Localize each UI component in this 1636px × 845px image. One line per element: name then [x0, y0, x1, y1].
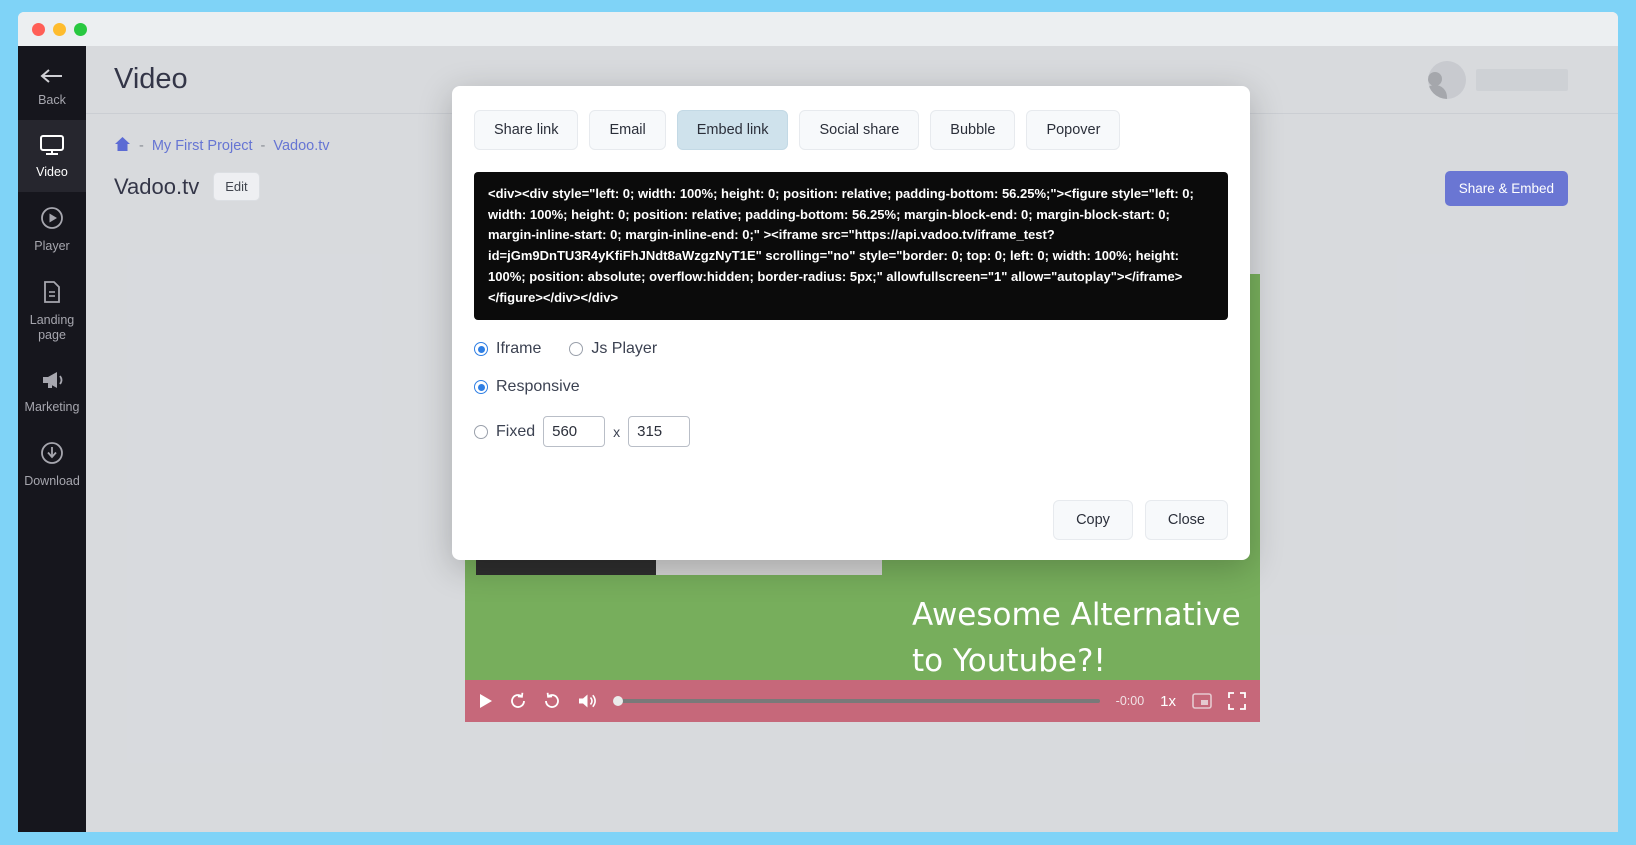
tab-social-share[interactable]: Social share: [799, 110, 920, 150]
sidebar-item-download[interactable]: Download: [18, 427, 86, 501]
megaphone-icon: [39, 369, 65, 391]
tab-bubble[interactable]: Bubble: [930, 110, 1016, 150]
radio-fixed[interactable]: [474, 424, 488, 439]
sizing-fixed-row: Fixed x: [474, 416, 1228, 447]
document-icon: [42, 280, 62, 304]
sidebar-item-label: Download: [24, 474, 80, 488]
sidebar-item-label: Player: [34, 239, 70, 253]
share-embed-modal: Share link Email Embed link Social share…: [452, 86, 1250, 560]
sidebar-item-label: Back: [38, 93, 66, 107]
radio-responsive-label[interactable]: Responsive: [496, 378, 580, 396]
maximize-window-button[interactable]: [74, 22, 87, 36]
sidebar-item-back[interactable]: Back: [18, 54, 86, 120]
app-window: Back Video Player Landing page Marketing…: [18, 12, 1618, 832]
radio-js-player-label[interactable]: Js Player: [591, 340, 657, 358]
embed-code-textarea[interactable]: <div><div style="left: 0; width: 100%; h…: [474, 172, 1228, 320]
embed-type-radio-group: Iframe Js Player: [474, 340, 1228, 358]
sidebar-item-player[interactable]: Player: [18, 192, 86, 266]
tab-embed-link[interactable]: Embed link: [676, 110, 789, 150]
play-circle-icon: [40, 206, 64, 230]
modal-tabs: Share link Email Embed link Social share…: [474, 110, 1228, 150]
minimize-window-button[interactable]: [53, 22, 66, 36]
sidebar-item-video[interactable]: Video: [18, 120, 86, 192]
sidebar-item-label: Marketing: [24, 400, 80, 414]
download-circle-icon: [40, 441, 64, 465]
modal-overlay[interactable]: Share link Email Embed link Social share…: [86, 46, 1618, 832]
sidebar: Back Video Player Landing page Marketing…: [18, 46, 86, 832]
sidebar-item-marketing[interactable]: Marketing: [18, 355, 86, 427]
fixed-height-input[interactable]: [628, 416, 691, 447]
radio-js-player[interactable]: [569, 342, 584, 356]
sidebar-item-label: Landing page: [29, 313, 75, 342]
app-body: Back Video Player Landing page Marketing…: [18, 46, 1618, 832]
tab-email[interactable]: Email: [589, 110, 666, 150]
radio-iframe-label[interactable]: Iframe: [496, 340, 541, 358]
sidebar-item-label: Video: [36, 165, 68, 179]
close-button[interactable]: Close: [1144, 500, 1228, 540]
main-content: Video - My First Project - Vadoo.tv Vado…: [86, 46, 1618, 832]
sizing-responsive-row: Responsive: [474, 378, 1228, 396]
copy-button[interactable]: Copy: [1053, 500, 1133, 540]
radio-iframe[interactable]: [474, 342, 488, 356]
dimension-separator: x: [613, 423, 621, 440]
window-titlebar: [18, 12, 1618, 46]
tab-popover[interactable]: Popover: [1026, 110, 1121, 150]
close-window-button[interactable]: [32, 22, 45, 36]
arrow-left-icon: [39, 68, 65, 84]
monitor-icon: [39, 134, 65, 156]
tab-share-link[interactable]: Share link: [474, 110, 579, 150]
fixed-width-input[interactable]: [543, 416, 606, 447]
radio-responsive[interactable]: [474, 380, 488, 394]
modal-actions: Copy Close: [1053, 500, 1228, 540]
radio-fixed-label[interactable]: Fixed: [496, 423, 535, 441]
sidebar-item-landing-page[interactable]: Landing page: [18, 266, 86, 355]
